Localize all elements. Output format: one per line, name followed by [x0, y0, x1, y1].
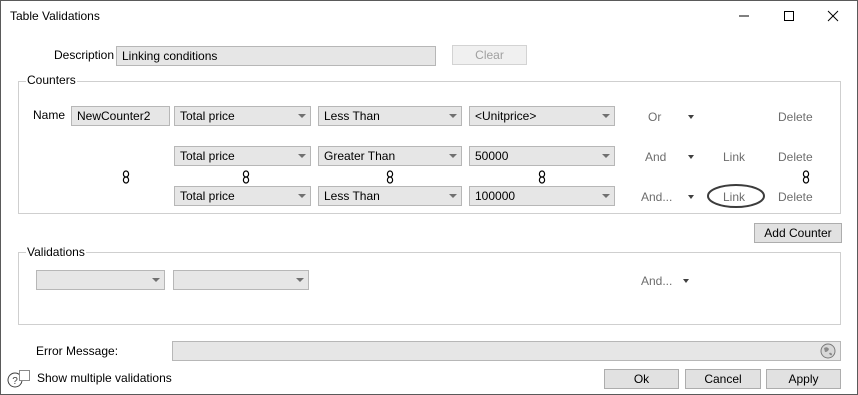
chevron-down-icon — [449, 194, 457, 198]
svg-text:?: ? — [12, 376, 18, 387]
row1-operator-select[interactable]: Less Than — [318, 106, 462, 126]
row2-conjunction[interactable]: And — [645, 150, 666, 164]
chain-link-icon — [122, 170, 130, 184]
globe-icon[interactable] — [820, 343, 836, 359]
row1-delete-link[interactable]: Delete — [778, 110, 813, 124]
chain-link-icon — [386, 170, 394, 184]
validations-legend: Validations — [26, 245, 86, 259]
chain-link-icon — [802, 170, 810, 184]
row2-value-text: 50000 — [475, 149, 509, 163]
chevron-down-icon — [449, 114, 457, 118]
highlight-ellipse — [707, 184, 765, 208]
row1-value-select[interactable]: <Unitprice> — [469, 106, 615, 126]
row2-operator-select[interactable]: Greater Than — [318, 146, 462, 166]
row3-conjunction[interactable]: And... — [641, 190, 672, 204]
validation-conjunction[interactable]: And... — [641, 274, 672, 288]
chevron-down-icon — [602, 114, 610, 118]
counters-legend: Counters — [26, 73, 77, 87]
maximize-icon — [784, 11, 794, 21]
close-button[interactable] — [811, 1, 855, 31]
maximize-button[interactable] — [767, 1, 811, 31]
description-input[interactable]: Linking conditions — [116, 46, 436, 66]
chain-link-icon — [242, 170, 250, 184]
chevron-down-icon — [296, 278, 304, 282]
minimize-icon — [739, 15, 749, 17]
chevron-down-icon — [449, 154, 457, 158]
chevron-down-icon — [298, 194, 306, 198]
chain-link-icon — [538, 170, 546, 184]
error-message-input[interactable] — [172, 341, 841, 361]
apply-button[interactable]: Apply — [766, 369, 841, 389]
row3-field-value: Total price — [180, 189, 235, 203]
minimize-button[interactable] — [722, 1, 766, 31]
ok-button[interactable]: Ok — [604, 369, 679, 389]
row3-field-select[interactable]: Total price — [174, 186, 311, 206]
validation-conjunction-dropdown-icon[interactable] — [683, 279, 689, 283]
row2-link[interactable]: Link — [723, 150, 745, 164]
row2-value-select[interactable]: 50000 — [469, 146, 615, 166]
row2-conjunction-dropdown-icon[interactable] — [688, 155, 694, 159]
row1-conjunction[interactable]: Or — [648, 110, 661, 124]
counter-name-input[interactable]: NewCounter2 — [71, 106, 170, 126]
row3-delete-link[interactable]: Delete — [778, 190, 813, 204]
show-multiple-label: Show multiple validations — [37, 371, 172, 385]
row3-value-select[interactable]: 100000 — [469, 186, 615, 206]
validation-field-select[interactable] — [36, 270, 165, 290]
name-label: Name — [33, 108, 66, 122]
row2-field-select[interactable]: Total price — [174, 146, 311, 166]
row3-operator-value: Less Than — [324, 189, 380, 203]
close-icon — [827, 10, 839, 22]
add-counter-button[interactable]: Add Counter — [754, 223, 842, 243]
dialog-window: Table Validations Description Linking co… — [0, 0, 858, 395]
row1-field-value: Total price — [180, 109, 235, 123]
chevron-down-icon — [298, 154, 306, 158]
row2-delete-link[interactable]: Delete — [778, 150, 813, 164]
validation-operator-select[interactable] — [173, 270, 309, 290]
clear-button[interactable]: Clear — [452, 45, 527, 65]
chevron-down-icon — [152, 278, 160, 282]
description-label: Description — [54, 48, 115, 62]
row3-value-text: 100000 — [475, 189, 516, 203]
row1-conjunction-dropdown-icon[interactable] — [688, 115, 694, 119]
row1-operator-value: Less Than — [324, 109, 380, 123]
row3-conjunction-dropdown-icon[interactable] — [688, 195, 694, 199]
row2-field-value: Total price — [180, 149, 235, 163]
chevron-down-icon — [602, 154, 610, 158]
row1-field-select[interactable]: Total price — [174, 106, 311, 126]
chevron-down-icon — [602, 194, 610, 198]
row2-operator-value: Greater Than — [324, 149, 396, 163]
row3-operator-select[interactable]: Less Than — [318, 186, 462, 206]
cancel-button[interactable]: Cancel — [685, 369, 761, 389]
window-title: Table Validations — [10, 9, 100, 23]
error-message-label: Error Message: — [36, 344, 119, 358]
show-multiple-checkbox[interactable] — [19, 370, 30, 381]
row1-value-text: <Unitprice> — [475, 109, 537, 123]
chevron-down-icon — [298, 114, 306, 118]
